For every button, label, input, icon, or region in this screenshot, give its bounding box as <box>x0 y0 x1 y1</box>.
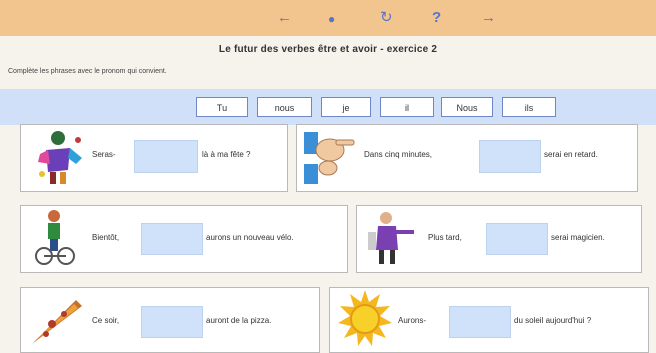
page-title: Le futur des verbes être et avoir - exer… <box>218 44 438 55</box>
answer-blank-5[interactable] <box>141 306 203 338</box>
word-button-il[interactable]: il <box>380 97 434 117</box>
party-kid-picture <box>38 131 82 184</box>
answer-blank-2[interactable] <box>479 140 541 173</box>
pointing-hand-picture <box>304 132 355 184</box>
sentence-1-before: Seras- <box>92 150 116 159</box>
sentence-6-before: Aurons- <box>398 316 427 325</box>
sentence-2-before: Dans cinq minutes, <box>364 150 433 159</box>
refresh-icon[interactable]: ↻ <box>380 9 393 27</box>
question-mark-icon[interactable]: ? <box>432 9 441 27</box>
answer-blank-4[interactable] <box>486 223 548 255</box>
word-button-ils[interactable]: ils <box>502 97 556 117</box>
sentence-3-after: aurons un nouveau vélo. <box>206 233 294 242</box>
answer-blank-3[interactable] <box>141 223 203 255</box>
forward-arrow-icon[interactable]: → <box>481 9 496 27</box>
sentence-6-after: du soleil aujourd'hui ? <box>514 316 592 325</box>
sentence-5-before: Ce soir, <box>92 316 120 325</box>
word-button-tu[interactable]: Tu <box>196 97 248 117</box>
sentence-2-after: serai en retard. <box>544 150 598 159</box>
pizza-slice-picture <box>32 300 82 344</box>
word-button-nous-capital[interactable]: Nous <box>441 97 493 117</box>
word-button-je[interactable]: je <box>321 97 371 117</box>
sentence-4-before: Plus tard, <box>428 233 462 242</box>
instruction-text: Complète les phrases avec le pronom qui … <box>8 68 167 75</box>
sentence-5-after: auront de la pizza. <box>206 316 272 325</box>
sentence-4-after: serai magicien. <box>551 233 605 242</box>
answer-blank-1[interactable] <box>134 140 198 173</box>
sentence-1-after: là à ma fête ? <box>202 150 251 159</box>
home-icon[interactable]: ● <box>328 10 335 28</box>
back-arrow-icon[interactable]: ← <box>277 9 292 27</box>
sun-picture <box>338 290 392 346</box>
magician-picture <box>368 212 414 264</box>
word-button-nous[interactable]: nous <box>257 97 312 117</box>
sentence-3-before: Bientôt, <box>92 233 120 242</box>
cyclist-picture <box>35 210 75 265</box>
answer-blank-6[interactable] <box>449 306 511 338</box>
